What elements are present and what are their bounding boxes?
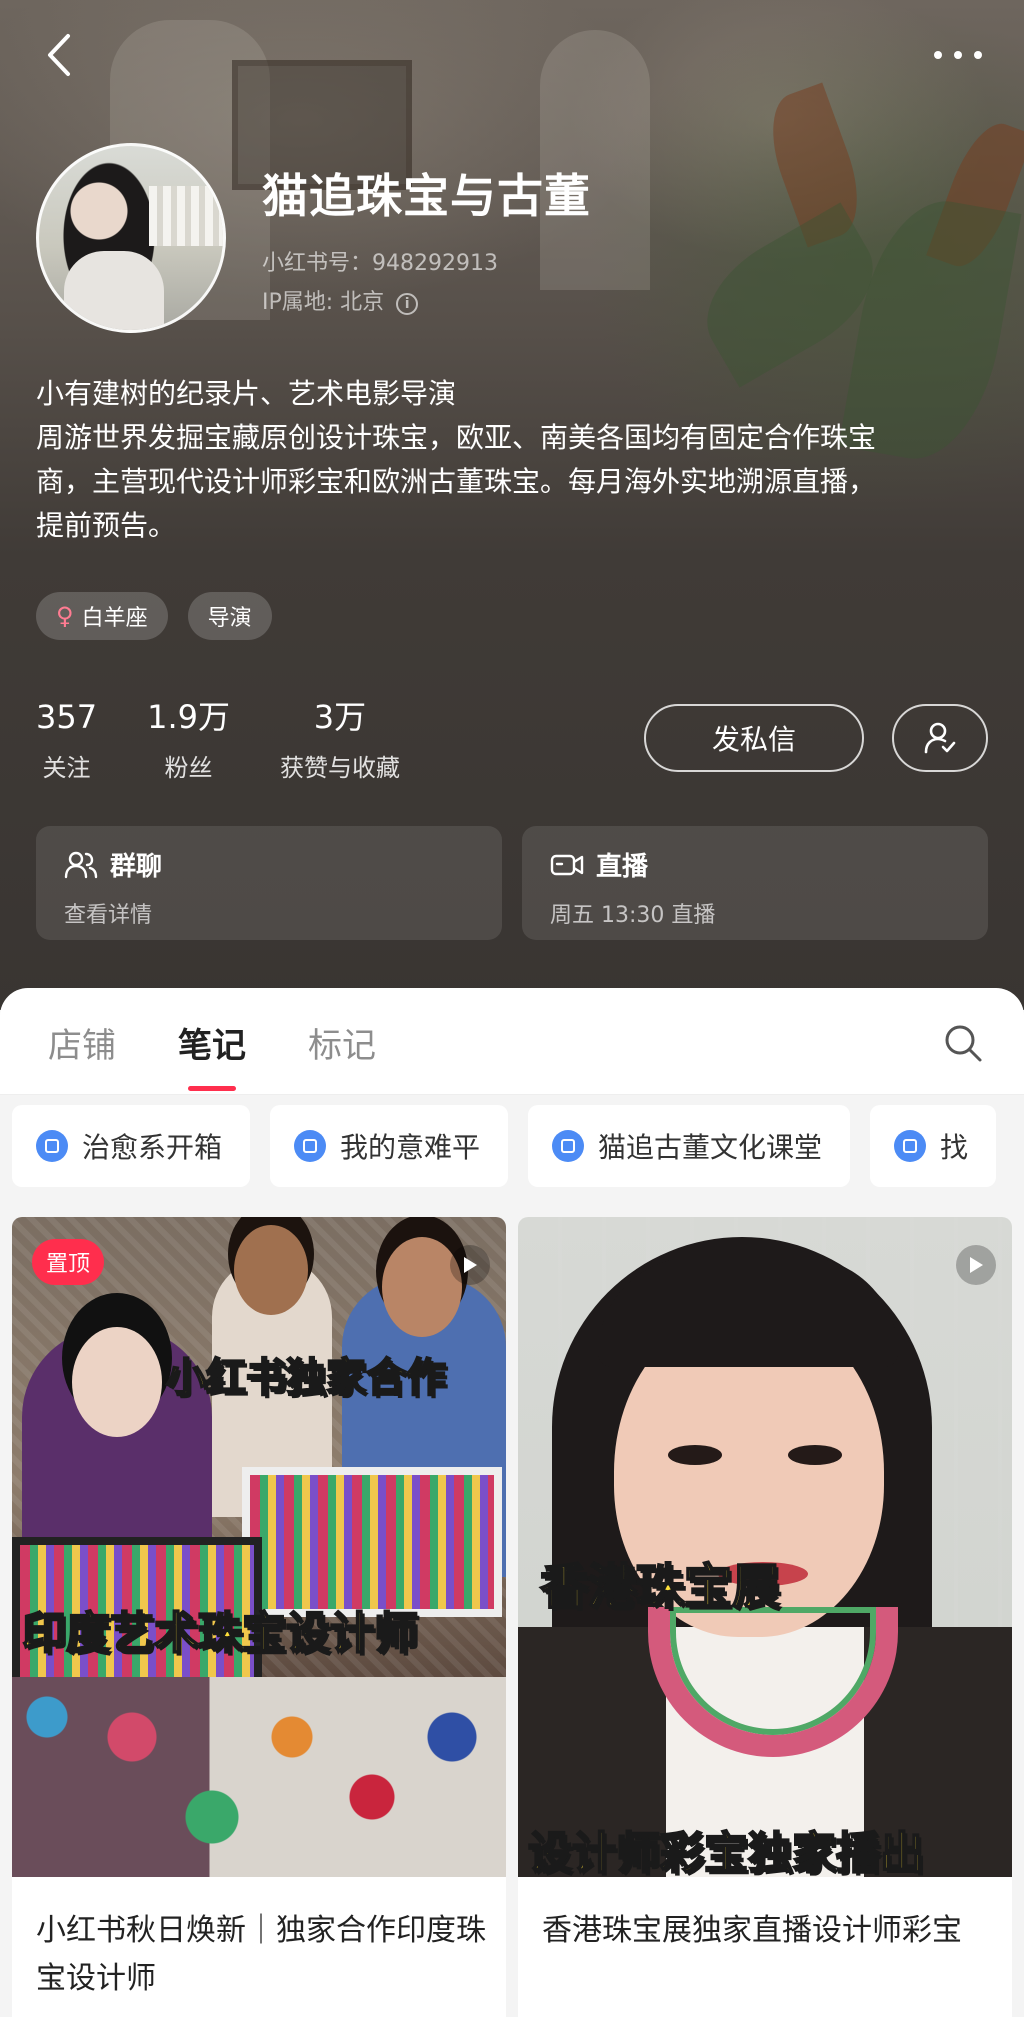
stat-following[interactable]: 357 关注: [36, 696, 97, 783]
collection-chip[interactable]: 猫追古董文化课堂: [528, 1105, 851, 1187]
stat-label: 粉丝: [164, 754, 213, 782]
bio-line: 小有建树的纪录片、艺术电影导演: [36, 377, 457, 410]
profile-name: 猫追珠宝与古董: [262, 169, 591, 223]
collection-label: 找: [940, 1131, 969, 1164]
user-check-icon: [924, 722, 956, 754]
note-card[interactable]: 小红书独家合作 印度艺术珠宝设计师 置顶 小红书秋日焕新｜独家合作印度珠宝设计师: [12, 1217, 506, 2017]
tab-marks[interactable]: 标记: [308, 1018, 376, 1067]
cover-caption: 设计师彩宝独家播出: [527, 1827, 925, 1877]
collection-icon: [294, 1130, 327, 1162]
more-icon[interactable]: [930, 40, 986, 70]
redbook-id: 小红书号：948292913: [262, 251, 498, 276]
female-icon: ♀: [56, 602, 74, 630]
group-chat-subtitle: 查看详情: [64, 903, 153, 928]
send-message-button[interactable]: 发私信: [644, 704, 864, 772]
collection-chip[interactable]: 治愈系开箱: [12, 1105, 251, 1187]
collection-label: 治愈系开箱: [82, 1131, 223, 1164]
tab-notes[interactable]: 笔记: [178, 1018, 246, 1091]
cover-caption: 印度艺术珠宝设计师: [21, 1607, 419, 1660]
group-chat-card[interactable]: 群聊 查看详情: [36, 826, 502, 940]
profile-stats: 357 关注 1.9万 粉丝 3万 获赞与收藏: [36, 696, 450, 783]
note-card[interactable]: 香港珠宝展 设计师彩宝独家播出 香港珠宝展独家直播设计师彩宝: [518, 1217, 1012, 2017]
bio-line: 周游世界发掘宝藏原创设计珠宝，欧亚、南美各国均有固定合作珠宝: [36, 421, 877, 454]
stat-value: 357: [36, 698, 98, 736]
followed-button[interactable]: [892, 704, 988, 772]
ip-location-text: IP属地: 北京: [262, 290, 385, 315]
profile-bio: 小有建树的纪录片、艺术电影导演 周游世界发掘宝藏原创设计珠宝，欧亚、南美各国均有…: [36, 372, 996, 548]
ip-location: IP属地: 北京 i: [262, 284, 419, 316]
bio-line: 商，主营现代设计师彩宝和欧洲古董珠宝。每月海外实地溯源直播，: [36, 465, 877, 498]
stat-followers[interactable]: 1.9万 粉丝: [147, 696, 230, 783]
pinned-badge: 置顶: [32, 1239, 105, 1285]
collection-chip[interactable]: 找: [870, 1105, 997, 1187]
profile-header: 猫追珠宝与古董 小红书号：948292913 IP属地: 北京 i 小有建树的纪录…: [0, 0, 1024, 1010]
collection-label: 猫追古董文化课堂: [598, 1131, 823, 1164]
live-card[interactable]: 直播 周五 13:30 直播: [522, 826, 988, 940]
profile-tags: ♀ 白羊座 导演: [36, 592, 272, 640]
collection-icon: [36, 1130, 68, 1162]
note-title: 香港珠宝展独家直播设计师彩宝: [542, 1913, 962, 1948]
stat-value: 1.9万: [147, 698, 230, 736]
tab-shop[interactable]: 店铺: [48, 1018, 116, 1067]
cover-caption: 小红书独家合作: [165, 1354, 447, 1402]
collection-chip[interactable]: 我的意难平: [270, 1105, 509, 1187]
profile-tabs: 店铺 笔记 标记: [48, 1018, 376, 1091]
search-icon[interactable]: [942, 1022, 984, 1064]
note-title: 小红书秋日焕新｜独家合作印度珠宝设计师: [36, 1913, 486, 1996]
note-cover-image: 小红书独家合作 印度艺术珠宝设计师 置顶: [12, 1217, 506, 1877]
stat-label: 获赞与收藏: [279, 754, 400, 782]
stat-value: 3万: [313, 698, 367, 736]
collection-icon: [552, 1130, 585, 1162]
stat-label: 关注: [42, 754, 91, 782]
tag-label: 导演: [207, 606, 252, 631]
play-icon: [956, 1245, 996, 1285]
live-title: 直播: [596, 852, 649, 882]
tag-label: 白羊座: [81, 606, 148, 631]
note-cover-image: 香港珠宝展 设计师彩宝独家播出: [518, 1217, 1012, 1877]
info-icon[interactable]: i: [396, 293, 419, 315]
cover-caption: 香港珠宝展: [539, 1558, 781, 1616]
collection-label: 我的意难平: [340, 1131, 481, 1164]
live-subtitle: 周五 13:30 直播: [550, 903, 716, 928]
back-icon[interactable]: [40, 30, 80, 80]
group-icon: [64, 851, 98, 878]
collection-icon: [894, 1130, 927, 1162]
stat-likes[interactable]: 3万 获赞与收藏: [280, 696, 400, 783]
collections-bar[interactable]: 治愈系开箱 我的意难平 猫追古董文化课堂 找: [0, 1095, 1024, 1205]
group-chat-title: 群聊: [110, 852, 163, 882]
play-icon: [450, 1245, 490, 1285]
avatar[interactable]: [36, 143, 226, 333]
tag-zodiac: ♀ 白羊座: [36, 592, 168, 640]
tag-profession: 导演: [187, 592, 272, 640]
camera-icon: [550, 854, 584, 875]
bio-line: 提前预告。: [36, 509, 177, 542]
